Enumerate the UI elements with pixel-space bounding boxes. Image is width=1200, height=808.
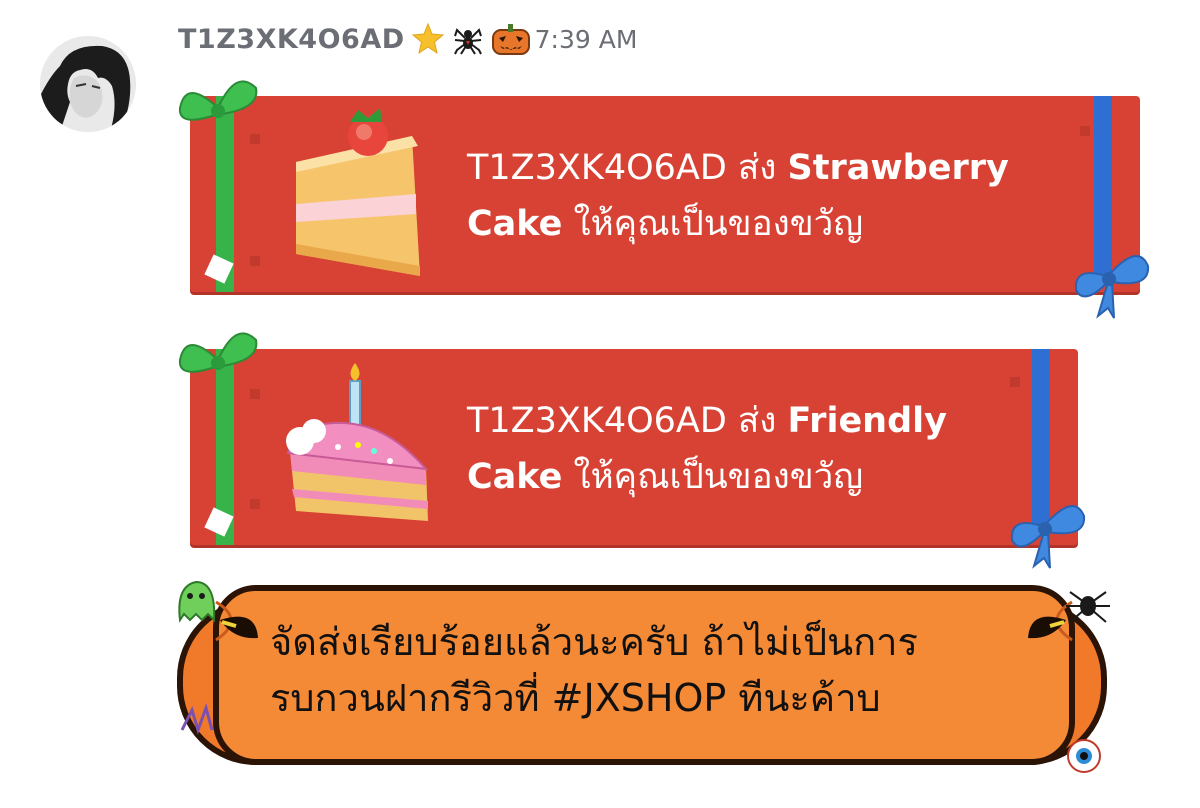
sticker-line-1: จัดส่งเรียบร้อยแล้วนะครับ ถ้าไม่เป็นการ bbox=[270, 620, 918, 664]
pixel-decoration bbox=[1010, 377, 1020, 387]
gift-card-friendly-cake[interactable]: T1Z3XK4O6AD ส่ง Friendly Cake ให้คุณเป็น… bbox=[190, 349, 1078, 545]
gift-message: T1Z3XK4O6AD ส่ง Friendly Cake ให้คุณเป็น… bbox=[467, 393, 1067, 505]
gift-suffix: ให้คุณเป็นของขวัญ bbox=[562, 457, 864, 497]
gift-item-name: Friendly bbox=[787, 401, 947, 441]
spider-icon[interactable] bbox=[451, 22, 485, 56]
strawberry-cake-icon bbox=[296, 108, 420, 276]
gift-item-name: Strawberry bbox=[787, 148, 1009, 188]
blue-bow-icon bbox=[1074, 255, 1150, 319]
friendly-cake-icon bbox=[286, 363, 429, 521]
star-icon[interactable] bbox=[411, 22, 445, 56]
gift-prefix: T1Z3XK4O6AD ส่ง bbox=[467, 148, 788, 188]
pixel-decoration bbox=[250, 256, 260, 266]
gift-suffix: ให้คุณเป็นของขวัญ bbox=[562, 204, 864, 244]
sticker-message: จัดส่งเรียบร้อยแล้วนะครับ ถ้าไม่เป็นการ … bbox=[270, 614, 1070, 726]
username[interactable]: T1Z3XK4O6AD bbox=[178, 24, 405, 55]
message-timestamp: 7:39 AM bbox=[534, 24, 638, 54]
ghost-icon bbox=[178, 580, 216, 623]
sticker-line-2: รบกวนฝากรีวิวที่ #JXSHOP ทีนะค้าบ bbox=[270, 676, 881, 720]
pixel-decoration bbox=[250, 499, 260, 509]
avatar[interactable] bbox=[40, 36, 136, 132]
gift-prefix: T1Z3XK4O6AD ส่ง bbox=[467, 401, 788, 441]
eyeball-icon bbox=[1067, 739, 1101, 773]
blue-bow-icon bbox=[1010, 505, 1086, 569]
gift-item-name: Cake bbox=[467, 457, 563, 497]
gift-card-strawberry-cake[interactable]: T1Z3XK4O6AD ส่ง Strawberry Cake ให้คุณเป… bbox=[190, 96, 1140, 292]
pixel-decoration bbox=[1080, 126, 1090, 136]
message-header: T1Z3XK4O6AD 7:39 AM bbox=[178, 18, 637, 60]
green-bow-icon bbox=[178, 80, 258, 121]
pumpkin-icon[interactable] bbox=[491, 22, 530, 56]
avatar-image bbox=[40, 36, 136, 132]
gift-message: T1Z3XK4O6AD ส่ง Strawberry Cake ให้คุณเป… bbox=[467, 140, 1087, 252]
gift-item-name: Cake bbox=[467, 204, 563, 244]
green-bow-icon bbox=[178, 332, 258, 373]
